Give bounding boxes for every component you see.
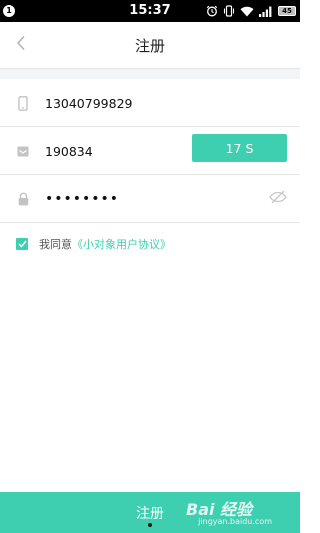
phone-icon [15, 94, 31, 112]
password-visibility-toggle[interactable] [268, 189, 288, 207]
signal-icon [259, 6, 273, 17]
watermark-sub: jingyan.baidu.com [198, 517, 272, 526]
agreement-row: 我同意 《小对象用户协议》 [16, 236, 171, 252]
button-indicator-dot [148, 523, 152, 527]
password-input[interactable] [45, 187, 245, 211]
battery-icon: 45 [278, 6, 296, 16]
lock-icon [15, 190, 31, 208]
password-row [0, 175, 300, 223]
phone-input[interactable] [45, 91, 185, 115]
status-bar: 1 15:37 45 [0, 0, 300, 22]
message-icon [15, 142, 31, 160]
header-divider [0, 68, 300, 79]
wifi-icon [240, 6, 254, 17]
verification-code-input[interactable] [45, 139, 185, 163]
status-icons: 45 [206, 4, 296, 18]
baidu-jingyan-watermark: Bai 经验 jingyan.baidu.com [186, 494, 272, 532]
agreement-text: 我同意 [39, 238, 72, 251]
battery-level: 45 [282, 7, 292, 15]
register-screen: 1 15:37 45 注册 13040799829 190834 17 S ••… [0, 0, 300, 533]
header: 注册 [0, 22, 300, 68]
phone-row [0, 79, 300, 127]
vibrate-icon [223, 5, 235, 17]
alarm-icon [206, 5, 218, 17]
verification-code-row: 17 S [0, 127, 300, 175]
page-title: 注册 [134, 37, 165, 55]
resend-code-button[interactable]: 17 S [192, 134, 287, 162]
agreement-checkbox[interactable] [16, 238, 28, 250]
user-agreement-link[interactable]: 《小对象用户协议》 [72, 236, 171, 252]
eye-off-icon [269, 189, 287, 208]
